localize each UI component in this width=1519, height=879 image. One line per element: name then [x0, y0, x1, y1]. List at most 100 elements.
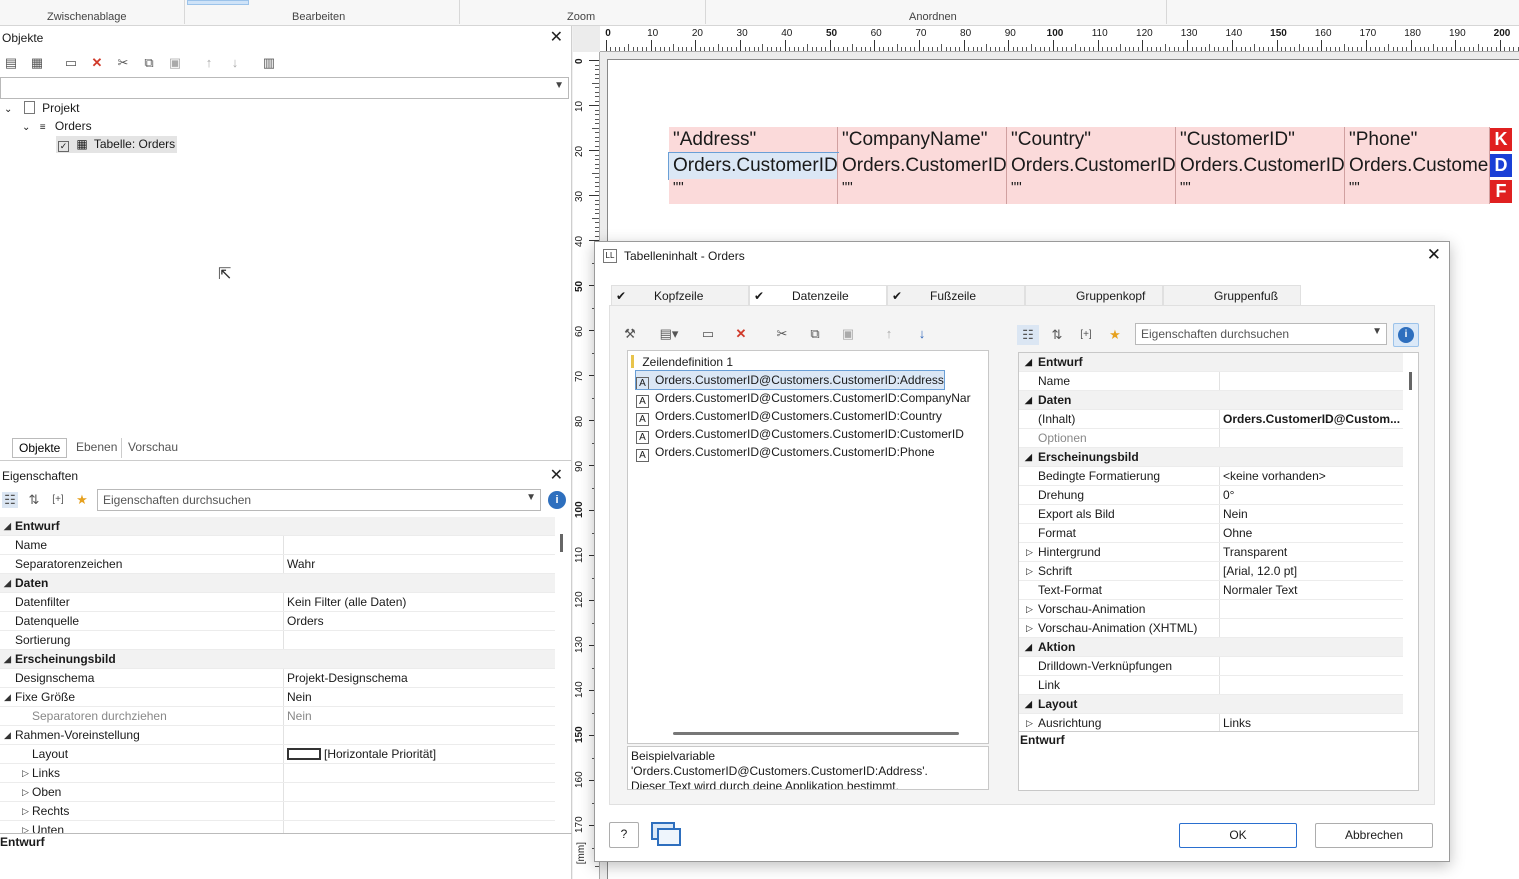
property-row[interactable]: (Inhalt) Orders.CustomerID@Custom...: [1019, 410, 1403, 429]
expand-icon[interactable]: ▷: [1026, 714, 1033, 731]
ok-button[interactable]: OK: [1179, 823, 1297, 848]
dialog-tab[interactable]: ✔ Datenzeile: [749, 285, 887, 306]
property-row[interactable]: ▷ Rechts: [0, 802, 555, 821]
property-row[interactable]: Datenfilter Kein Filter (alle Daten): [0, 593, 555, 612]
expand-icon[interactable]: ▷: [22, 802, 29, 821]
properties-search-input[interactable]: Eigenschaften durchsuchen ▼: [97, 489, 541, 511]
cut-icon[interactable]: ✂: [774, 326, 790, 342]
expand-icon[interactable]: ▷: [1026, 600, 1033, 619]
expand-icon[interactable]: ▷: [22, 821, 29, 833]
property-row[interactable]: ▷ Vorschau-Animation (XHTML): [1019, 619, 1403, 638]
property-row[interactable]: ◢ Erscheinungsbild: [0, 650, 555, 669]
expand-icon[interactable]: ▷: [22, 764, 29, 783]
property-row[interactable]: ◢ Entwurf: [0, 517, 555, 536]
collapse-icon[interactable]: ◢: [4, 688, 11, 707]
expand-icon[interactable]: ▷: [1026, 619, 1033, 638]
checkbox-checked-icon[interactable]: ✓: [58, 141, 69, 152]
collapse-icon[interactable]: ◢: [1025, 353, 1032, 372]
property-row[interactable]: Link: [1019, 676, 1403, 695]
ribbon-selected-button[interactable]: [187, 0, 249, 5]
new-object-icon[interactable]: ▤: [3, 55, 19, 71]
property-row[interactable]: ▷ Unten: [0, 821, 555, 833]
close-icon[interactable]: ✕: [1427, 245, 1441, 265]
preview-toggle-icon[interactable]: [651, 822, 683, 848]
sort-alpha-icon[interactable]: ⇅: [26, 492, 42, 508]
properties-icon[interactable]: ▭: [700, 326, 716, 342]
header-cell[interactable]: "Country": [1007, 127, 1176, 153]
insert-field-icon[interactable]: ▤▾: [655, 326, 683, 342]
scrollbar-thumb[interactable]: [1409, 372, 1412, 390]
footer-cell[interactable]: "": [669, 179, 838, 204]
tab-preview[interactable]: Vorschau: [121, 438, 184, 458]
categorized-view-icon[interactable]: ☷: [1017, 325, 1039, 345]
property-row[interactable]: ◢ Rahmen-Voreinstellung: [0, 726, 555, 745]
formula-icon[interactable]: [+]: [1075, 327, 1097, 343]
header-cell[interactable]: "Address": [669, 127, 838, 153]
object-filter-dropdown[interactable]: ▼: [0, 77, 569, 99]
footer-cell[interactable]: "": [1007, 179, 1176, 204]
field-item[interactable]: A Orders.CustomerID@Customers.CustomerID:…: [636, 443, 935, 462]
field-item[interactable]: A Orders.CustomerID@Customers.CustomerID:…: [635, 370, 945, 390]
collapse-icon[interactable]: ◢: [1025, 448, 1032, 467]
collapse-icon[interactable]: ◢: [1025, 638, 1032, 657]
data-cell[interactable]: Orders.CustomerID@: [1176, 153, 1345, 179]
tree-item-orders[interactable]: ⌄ ≡ Orders: [22, 119, 92, 133]
property-row[interactable]: Format Ohne: [1019, 524, 1403, 543]
tree-item-project[interactable]: ⌄ Projekt: [4, 101, 79, 115]
wizard-icon[interactable]: ⚒: [622, 326, 638, 342]
tab-objects[interactable]: Objekte: [12, 438, 68, 458]
property-row[interactable]: Drilldown-Verknüpfungen: [1019, 657, 1403, 676]
delete-icon[interactable]: ✕: [733, 326, 749, 342]
expand-icon[interactable]: ▷: [1026, 562, 1033, 581]
collapse-icon[interactable]: ⌄: [22, 122, 30, 133]
move-up-icon[interactable]: ↑: [201, 55, 217, 71]
info-button[interactable]: i: [1393, 323, 1419, 347]
footer-cell[interactable]: "": [1345, 179, 1490, 204]
collapse-icon[interactable]: ◢: [4, 517, 11, 536]
dialog-tab[interactable]: Gruppenkopf: [1025, 285, 1163, 306]
tab-layers[interactable]: Ebenen: [70, 438, 123, 458]
property-row[interactable]: ▷ Vorschau-Animation: [1019, 600, 1403, 619]
property-row[interactable]: Drehung 0°: [1019, 486, 1403, 505]
property-row[interactable]: ▷ Schrift [Arial, 12.0 pt]: [1019, 562, 1403, 581]
dialog-tab[interactable]: ✔ Fußzeile: [887, 285, 1025, 306]
property-row[interactable]: Name: [0, 536, 555, 555]
cancel-button[interactable]: Abbrechen: [1315, 823, 1433, 848]
header-cell[interactable]: "Phone": [1345, 127, 1490, 153]
tree-item-table[interactable]: ✓ ▦ Tabelle: Orders: [56, 136, 178, 153]
header-cell[interactable]: "CustomerID": [1176, 127, 1345, 153]
collapse-icon[interactable]: ◢: [4, 574, 11, 593]
header-cell[interactable]: "CompanyName": [838, 127, 1007, 153]
close-icon[interactable]: ✕: [550, 466, 563, 486]
categorized-view-icon[interactable]: ☷: [2, 492, 18, 508]
collapse-icon[interactable]: ◢: [4, 726, 11, 745]
row-definition[interactable]: Zeilendefinition 1: [631, 353, 733, 371]
scrollbar-thumb[interactable]: [560, 534, 563, 552]
paste-icon[interactable]: ▣: [167, 55, 183, 71]
property-row[interactable]: Separatoren durchziehen Nein: [0, 707, 555, 726]
data-cell[interactable]: Orders.CustomerID@: [838, 153, 1007, 179]
property-row[interactable]: Datenquelle Orders: [0, 612, 555, 631]
collapse-icon[interactable]: ◢: [1025, 695, 1032, 714]
move-up-icon[interactable]: ↑: [881, 326, 897, 342]
property-row[interactable]: ◢ Daten: [1019, 391, 1403, 410]
property-row[interactable]: ◢ Layout: [1019, 695, 1403, 714]
property-row[interactable]: ▷ Links: [0, 764, 555, 783]
field-item[interactable]: A Orders.CustomerID@Customers.CustomerID:…: [636, 425, 964, 444]
property-row[interactable]: Export als Bild Nein: [1019, 505, 1403, 524]
collapse-icon[interactable]: ⌄: [4, 104, 12, 115]
property-row[interactable]: Optionen: [1019, 429, 1403, 448]
dialog-tab[interactable]: ✔ Kopfzeile: [611, 285, 749, 306]
property-row[interactable]: ▷ Hintergrund Transparent: [1019, 543, 1403, 562]
property-row[interactable]: ▷ Ausrichtung Links: [1019, 714, 1403, 731]
formula-icon[interactable]: [+]: [50, 492, 66, 508]
horizontal-scrollbar[interactable]: [673, 732, 959, 735]
property-row[interactable]: Designschema Projekt-Designschema: [0, 669, 555, 688]
property-row[interactable]: Bedingte Formatierung <keine vorhanden>: [1019, 467, 1403, 486]
data-cell[interactable]: Orders.CustomerID@: [1007, 153, 1176, 179]
expand-icon[interactable]: ▷: [22, 783, 29, 802]
collapse-icon[interactable]: ◢: [4, 650, 11, 669]
dialog-tab[interactable]: Gruppenfuß: [1163, 285, 1301, 306]
info-icon[interactable]: i: [548, 491, 566, 509]
data-cell[interactable]: Orders.CustomerID@: [668, 152, 839, 180]
